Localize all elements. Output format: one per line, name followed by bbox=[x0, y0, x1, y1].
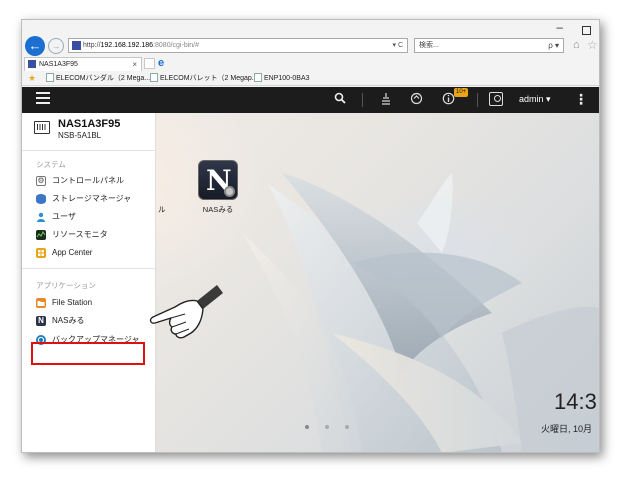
divider bbox=[22, 268, 156, 269]
clock-date: 火曜日, 10月 bbox=[541, 424, 593, 434]
new-tab-button[interactable] bbox=[144, 58, 155, 69]
home-icon[interactable]: ⌂ bbox=[573, 39, 580, 51]
maximize-icon[interactable] bbox=[582, 26, 591, 35]
page-icon bbox=[46, 73, 54, 82]
gear-icon bbox=[224, 186, 235, 197]
menu-item-file-station[interactable]: File Station bbox=[36, 297, 151, 309]
nasmiru-app-icon[interactable]: N bbox=[198, 160, 238, 200]
highlight-box bbox=[31, 342, 145, 365]
menu-item-nasmiru[interactable]: N NASみる bbox=[36, 315, 151, 327]
database-icon bbox=[36, 194, 46, 204]
folder-icon bbox=[36, 298, 46, 308]
menu-item-label: App Center bbox=[52, 248, 93, 257]
menu-item-label: File Station bbox=[52, 298, 93, 307]
forward-arrow-icon[interactable]: → bbox=[48, 38, 64, 54]
nasmiru-icon: N bbox=[36, 316, 46, 326]
menu-item-resource-monitor[interactable]: リソースモニタ bbox=[36, 229, 151, 241]
menu-item-control-panel[interactable]: ⚙ コントロールパネル bbox=[36, 175, 151, 187]
url-prefix: http:// bbox=[83, 42, 101, 49]
url-input[interactable]: http://192.168.192.186:8080/cgi-bin/# ▾ … bbox=[68, 38, 408, 53]
menu-item-label: コントロールパネル bbox=[52, 176, 124, 185]
more-options-icon[interactable]: ⋮ bbox=[574, 92, 588, 106]
address-row: ← → http://192.168.192.186:8080/cgi-bin/… bbox=[22, 35, 599, 57]
toolbar-divider bbox=[477, 93, 478, 107]
menu-item-storage-manager[interactable]: ストレージマネージャ bbox=[36, 193, 151, 205]
main-menu-sidebar: NAS1A3F95 NSB-5A1BL システム ⚙ コントロールパネル ストレ… bbox=[22, 113, 156, 452]
ie-logo-icon: e bbox=[158, 57, 165, 69]
favorites-add-icon[interactable]: ★ bbox=[28, 71, 36, 86]
clock-time: 14:3 bbox=[554, 389, 597, 414]
favorites-star-icon[interactable]: ☆ bbox=[587, 38, 598, 52]
menu-icon[interactable] bbox=[36, 92, 50, 106]
back-arrow-icon[interactable]: ← bbox=[25, 36, 45, 56]
favorite-link-3[interactable]: ENP100-0BA3 bbox=[254, 71, 310, 86]
menu-item-label: NASみる bbox=[52, 316, 85, 325]
menu-item-label: ストレージマネージャ bbox=[52, 194, 132, 203]
page-dot[interactable] bbox=[345, 425, 349, 429]
tab-bar: NAS1A3F95 × e bbox=[22, 57, 599, 71]
toolbar-divider bbox=[362, 93, 363, 107]
section-title-applications: アプリケーション bbox=[36, 281, 96, 290]
search-input[interactable]: 検索... ρ ▾ bbox=[414, 38, 564, 53]
page-dot[interactable] bbox=[325, 425, 329, 429]
search-placeholder: 検索... bbox=[419, 42, 439, 49]
section-title-system: システム bbox=[36, 160, 66, 169]
search-icon[interactable]: ρ ▾ bbox=[548, 39, 559, 52]
refresh-icon[interactable]: ▾ C bbox=[392, 39, 403, 52]
page-icon bbox=[150, 73, 158, 82]
tab-title: NAS1A3F95 bbox=[39, 61, 78, 68]
page-icon bbox=[254, 73, 262, 82]
page-dot-active[interactable] bbox=[305, 425, 309, 429]
menu-item-users[interactable]: ユーザ bbox=[36, 211, 151, 223]
favorite-label: ELECOMバレット（2 Megap... bbox=[160, 75, 258, 82]
user-icon bbox=[36, 212, 46, 222]
favorite-label: ENP100-0BA3 bbox=[264, 75, 310, 82]
background-tasks-icon[interactable] bbox=[380, 92, 392, 109]
favorite-link-1[interactable]: ELECOMバンダル（2 Mega... bbox=[46, 71, 150, 86]
url-host: 192.168.192.186 bbox=[100, 42, 154, 49]
divider bbox=[22, 150, 156, 151]
search-icon[interactable] bbox=[334, 92, 346, 107]
device-model: NSB-5A1BL bbox=[58, 131, 102, 140]
url-port-path: :8080/cgi-bin/# bbox=[153, 42, 199, 49]
browser-window: – ← → http://192.168.192.186:8080/cgi-bi… bbox=[21, 19, 600, 453]
notification-badge: 10+ bbox=[454, 88, 469, 97]
user-account-icon[interactable] bbox=[489, 92, 503, 106]
top-bar: 10+ admin ▾ ⋮ bbox=[22, 87, 599, 113]
pointing-hand-icon bbox=[149, 285, 223, 339]
minimize-icon[interactable]: – bbox=[556, 20, 563, 34]
device-name: NAS1A3F95 bbox=[58, 118, 121, 130]
nas-app: 10+ admin ▾ ⋮ N NASみる ル 14:3 火曜日, 10月 NA… bbox=[22, 87, 599, 452]
browser-tab[interactable]: NAS1A3F95 × bbox=[24, 57, 142, 71]
sync-icon[interactable] bbox=[410, 92, 423, 108]
favorite-label: ELECOMバンダル（2 Mega... bbox=[56, 75, 151, 82]
user-menu[interactable]: admin ▾ bbox=[519, 94, 551, 105]
favorites-bar: ★ ELECOMバンダル（2 Mega... ELECOMバレット（2 Mega… bbox=[22, 71, 599, 86]
partial-app-label[interactable]: ル bbox=[158, 204, 166, 215]
nasmiru-app-label[interactable]: NASみる bbox=[198, 204, 238, 215]
menu-item-label: ユーザ bbox=[52, 212, 76, 221]
tab-favicon bbox=[28, 60, 36, 68]
close-tab-icon[interactable]: × bbox=[132, 58, 137, 71]
gear-icon: ⚙ bbox=[36, 176, 46, 186]
favorite-link-2[interactable]: ELECOMバレット（2 Megap... bbox=[150, 71, 258, 86]
menu-item-label: リソースモニタ bbox=[52, 230, 108, 239]
app-center-icon bbox=[36, 248, 46, 258]
nas-device-icon bbox=[34, 121, 50, 134]
site-favicon bbox=[72, 41, 81, 50]
menu-item-app-center[interactable]: App Center bbox=[36, 247, 151, 259]
monitor-icon bbox=[36, 230, 46, 240]
